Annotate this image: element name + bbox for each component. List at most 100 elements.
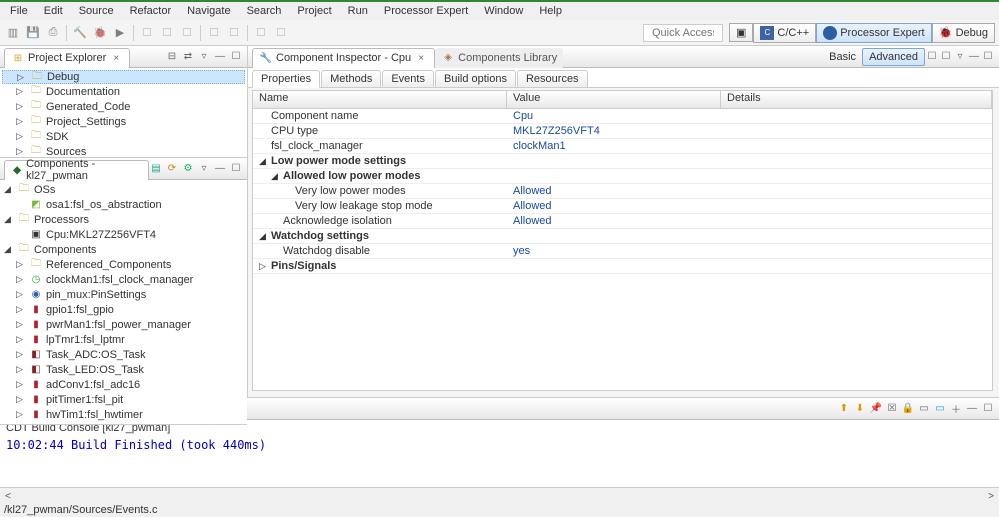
run-icon[interactable]: ▶ [111, 24, 129, 42]
expand-icon[interactable]: ▷ [16, 101, 26, 112]
menu-refactor[interactable]: Refactor [124, 3, 178, 19]
console-down-icon[interactable]: ⬇ [853, 402, 867, 416]
tree-component[interactable]: ▷▮pwrMan1:fsl_power_manager [2, 317, 245, 332]
property-row[interactable]: fsl_clock_managerclockMan1 [253, 139, 992, 154]
tree-cpu[interactable]: ▣Cpu:MKL27Z256VFT4 [2, 227, 245, 242]
tree-component[interactable]: ▷🗀Referenced_Components [2, 257, 245, 272]
tree-folder[interactable]: ▷🗀Documentation [2, 84, 245, 99]
refresh-icon[interactable]: ⟳ [165, 162, 179, 176]
toolbar-icon[interactable]: ☐ [205, 24, 223, 42]
toolbar-icon[interactable]: ☐ [925, 50, 939, 64]
expand-icon[interactable]: ▷ [16, 409, 26, 420]
perspective-processor-expert[interactable]: Processor Expert [816, 23, 931, 43]
console-output[interactable]: 10:02:44 Build Finished (took 440ms) [0, 436, 999, 487]
property-row[interactable]: CPU typeMKL27Z256VFT4 [253, 124, 992, 139]
property-row[interactable]: Very low power modesAllowed [253, 184, 992, 199]
console-switch-icon[interactable]: ▭ [917, 402, 931, 416]
close-icon[interactable]: × [109, 51, 123, 65]
tree-folder[interactable]: ▷🗀Generated_Code [2, 99, 245, 114]
mode-basic[interactable]: Basic [823, 49, 862, 65]
new-icon[interactable]: ▥ [4, 24, 22, 42]
expand-icon[interactable]: ▷ [16, 349, 26, 360]
property-group-allowed-modes[interactable]: ◢Allowed low power modes [253, 169, 992, 184]
maximize-icon[interactable]: ☐ [229, 50, 243, 64]
tree-group-oss[interactable]: ◢🗀OSs [2, 182, 245, 197]
subtab-resources[interactable]: Resources [517, 70, 588, 88]
property-row[interactable]: Very low leakage stop modeAllowed [253, 199, 992, 214]
view-menu-icon[interactable]: ▿ [197, 162, 211, 176]
toolbar-icon[interactable]: ☐ [158, 24, 176, 42]
menu-window[interactable]: Window [478, 3, 529, 19]
quick-access-input[interactable] [643, 24, 723, 42]
collapse-icon[interactable]: ⊟ [165, 50, 179, 64]
tree-component[interactable]: ◩osa1:fsl_os_abstraction [2, 197, 245, 212]
filter-icon[interactable]: ▤ [149, 162, 163, 176]
expand-icon[interactable]: ▷ [17, 72, 27, 83]
property-row[interactable]: Component nameCpu [253, 109, 992, 124]
property-group-low-power[interactable]: ◢Low power mode settings [253, 154, 992, 169]
link-icon[interactable]: ⇄ [181, 50, 195, 64]
view-menu-icon[interactable]: ▿ [953, 50, 967, 64]
collapse-icon[interactable]: ◢ [4, 244, 14, 255]
subtab-properties[interactable]: Properties [252, 70, 320, 88]
property-row[interactable]: Watchdog disableyes [253, 244, 992, 259]
tree-component[interactable]: ▷▮lpTmr1:fsl_lptmr [2, 332, 245, 347]
menu-run[interactable]: Run [342, 3, 374, 19]
expand-icon[interactable]: ▷ [16, 131, 26, 142]
toolbar-icon[interactable]: ☐ [252, 24, 270, 42]
menu-search[interactable]: Search [241, 3, 288, 19]
perspective-cpp[interactable]: C C/C++ [753, 23, 816, 43]
column-details[interactable]: Details [721, 91, 992, 108]
toolbar-icon[interactable]: ☐ [138, 24, 156, 42]
tab-components-library[interactable]: ◈ Components Library [435, 48, 563, 68]
console-clear-icon[interactable]: ☒ [885, 402, 899, 416]
expand-icon[interactable]: ▷ [16, 334, 26, 345]
tree-component[interactable]: ▷▮gpio1:fsl_gpio [2, 302, 245, 317]
tree-folder-debug[interactable]: ▷🗀Debug [2, 70, 245, 84]
project-explorer-tree[interactable]: ▷🗀Debug ▷🗀Documentation ▷🗀Generated_Code… [2, 70, 245, 157]
tree-component[interactable]: ▷◧Task_ADC:OS_Task [2, 347, 245, 362]
menu-help[interactable]: Help [533, 3, 568, 19]
expand-icon[interactable]: ▷ [16, 86, 26, 97]
console-lock-icon[interactable]: 🔒 [901, 402, 915, 416]
debug-icon[interactable]: 🐞 [91, 24, 109, 42]
tree-folder[interactable]: ▷🗀SDK [2, 129, 245, 144]
expand-icon[interactable]: ▷ [259, 261, 269, 272]
console-pin-icon[interactable]: 📌 [869, 402, 883, 416]
property-row[interactable]: Acknowledge isolationAllowed [253, 214, 992, 229]
menu-file[interactable]: File [4, 3, 34, 19]
menu-processor-expert[interactable]: Processor Expert [378, 3, 474, 19]
tree-group-components[interactable]: ◢🗀Components [2, 242, 245, 257]
subtab-methods[interactable]: Methods [321, 70, 381, 88]
tree-component[interactable]: ▷◉pin_mux:PinSettings [2, 287, 245, 302]
toolbar-icon[interactable]: ☐ [272, 24, 290, 42]
toolbar-icon[interactable]: ☐ [178, 24, 196, 42]
toolbar-icon[interactable]: ☐ [225, 24, 243, 42]
tree-component[interactable]: ▷▮adConv1:fsl_adc16 [2, 377, 245, 392]
column-value[interactable]: Value [507, 91, 721, 108]
expand-icon[interactable]: ▷ [16, 364, 26, 375]
maximize-icon[interactable]: ☐ [229, 162, 243, 176]
console-new-icon[interactable]: ＋ [949, 402, 963, 416]
subtab-build-options[interactable]: Build options [435, 70, 516, 88]
tree-folder[interactable]: ▷🗀Sources [2, 144, 245, 157]
maximize-icon[interactable]: ☐ [981, 50, 995, 64]
collapse-icon[interactable]: ◢ [4, 214, 14, 225]
maximize-icon[interactable]: ☐ [981, 402, 995, 416]
scroll-right-icon[interactable]: > [983, 489, 999, 503]
tab-project-explorer[interactable]: ⊞ Project Explorer × [4, 48, 130, 68]
expand-icon[interactable]: ▷ [16, 259, 26, 270]
saveall-icon[interactable]: ⎙ [44, 24, 62, 42]
collapse-icon[interactable]: ◢ [259, 231, 269, 242]
tree-component[interactable]: ▷◧Task_LED:OS_Task [2, 362, 245, 377]
console-up-icon[interactable]: ⬆ [837, 402, 851, 416]
minimize-icon[interactable]: — [967, 50, 981, 64]
scroll-left-icon[interactable]: < [0, 489, 16, 503]
property-group-watchdog[interactable]: ◢Watchdog settings [253, 229, 992, 244]
components-tree[interactable]: ◢🗀OSs ◩osa1:fsl_os_abstraction ◢🗀Process… [2, 182, 245, 422]
minimize-icon[interactable]: — [213, 50, 227, 64]
save-icon[interactable]: 💾 [24, 24, 42, 42]
tree-component[interactable]: ▷▮hwTim1:fsl_hwtimer [2, 407, 245, 422]
collapse-icon[interactable]: ◢ [259, 156, 269, 167]
toolbar-icon[interactable]: ☐ [939, 50, 953, 64]
